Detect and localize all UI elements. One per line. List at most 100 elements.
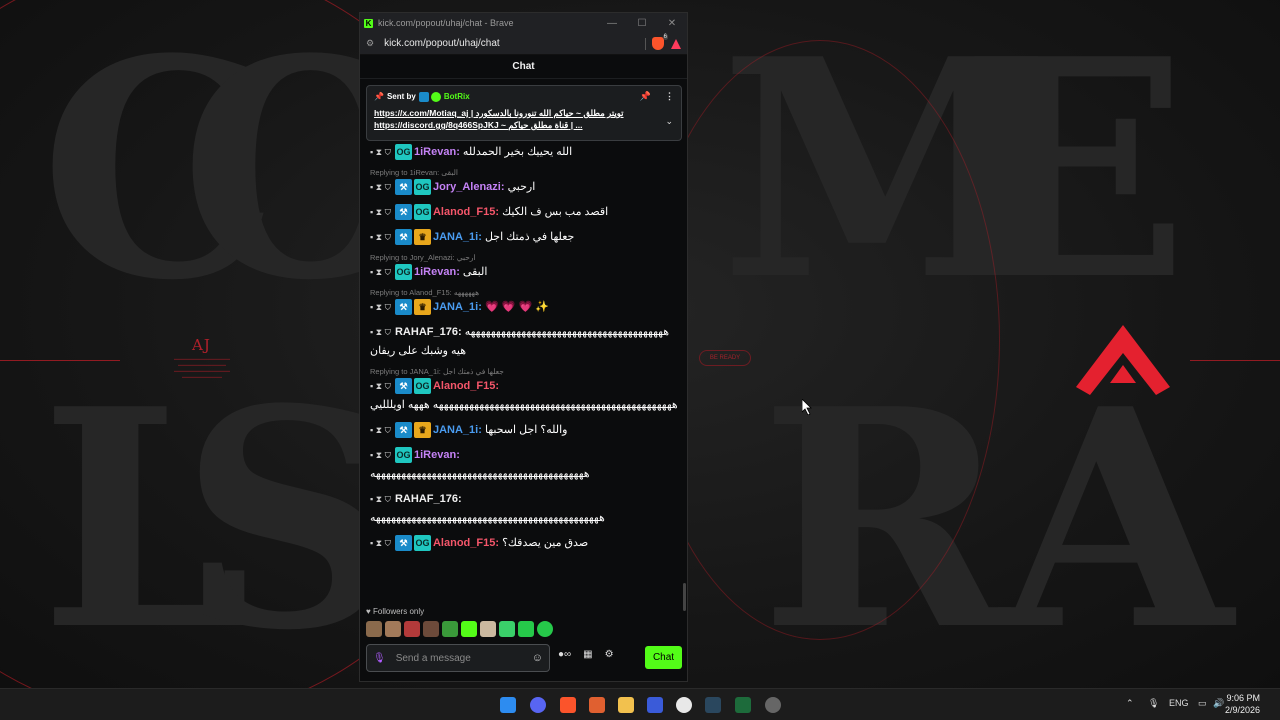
username[interactable]: 1iRevan (414, 266, 456, 278)
kicks-infinity-icon[interactable]: ●∞ (558, 649, 571, 660)
message-line: ▪ ⧗ ⛉ OG 1iRevan: البقى (370, 263, 679, 282)
message-tools-icon[interactable]: ▪ ⧗ ⛉ (370, 450, 391, 460)
language-indicator[interactable]: ENG (1169, 698, 1189, 708)
input-placeholder[interactable]: Send a message (396, 653, 532, 664)
emote[interactable] (461, 621, 477, 637)
mod-badge-icon: ⚒ (394, 422, 412, 439)
close-button[interactable]: ✕ (657, 18, 687, 29)
app-icon[interactable] (676, 697, 692, 713)
message-line: ▪ ⧗ ⛉ ⚒ ♛ JANA_1i: 💗 💗 💗 ✨ (370, 298, 679, 317)
network-icon[interactable]: ▭ (1198, 698, 1207, 709)
emote[interactable] (423, 621, 439, 637)
message-tools-icon[interactable]: ▪ ⧗ ⛉ (370, 147, 391, 157)
username[interactable]: RAHAF_176 (395, 493, 458, 505)
emote-row (366, 621, 553, 637)
windows-start-icon[interactable] (500, 697, 516, 713)
minimize-button[interactable]: — (597, 18, 627, 29)
store-icon[interactable]: ▦ (583, 649, 592, 660)
site-settings-icon[interactable]: ⚙ (366, 38, 374, 49)
emoji-picker-icon[interactable]: ☺ (532, 652, 543, 664)
sent-by-label: Sent by (386, 92, 416, 101)
bot-name[interactable]: BotRix (444, 92, 470, 101)
maximize-button[interactable]: ☐ (627, 18, 657, 29)
brave-browser-icon[interactable] (560, 697, 576, 713)
emote[interactable] (518, 621, 534, 637)
emote[interactable] (366, 621, 382, 637)
emote[interactable] (499, 621, 515, 637)
username-separator: : (478, 301, 485, 313)
volume-icon[interactable]: 🔊 (1213, 698, 1224, 709)
message-text: البقى (462, 266, 488, 278)
pinned-message[interactable]: 📌 Sent by BotRix 📌 ⋮ https://x.com/Motia… (366, 85, 682, 141)
app-icon[interactable] (765, 697, 781, 713)
message-tools-icon[interactable]: ▪ ⧗ ⛉ (370, 425, 391, 435)
message-tools-icon[interactable]: ▪ ⧗ ⛉ (370, 538, 391, 548)
og-badge-icon: OG (413, 378, 431, 395)
file-explorer-icon[interactable] (618, 697, 634, 713)
message-tools-icon[interactable]: ▪ ⧗ ⛉ (370, 267, 391, 277)
reply-context[interactable]: Replying to 1iRevan: البقى (370, 168, 679, 177)
username[interactable]: Alanod_F15 (433, 206, 495, 218)
emote[interactable] (385, 621, 401, 637)
settings-gear-icon[interactable]: ⚙ (605, 649, 614, 660)
username[interactable]: 1iRevan (414, 146, 456, 158)
message-input[interactable]: 🎙 Send a message ☺ (366, 644, 550, 672)
message-line: ▪ ⧗ ⛉ ⚒ OG Alanod_F15: اقصد مب بس ف الكيك (370, 203, 679, 222)
chat-message: ▪ ⧗ ⛉ ⚒ OG Alanod_F15: اقصد مب بس ف الكيك (370, 203, 679, 222)
reply-context[interactable]: Replying to Alanod_F15: ههههههه (370, 288, 679, 297)
discord-icon[interactable] (530, 697, 546, 713)
app-icon[interactable] (589, 697, 605, 713)
kick-favicon-icon: K (364, 18, 373, 28)
tray-chevron-up-icon[interactable]: ⌃ (1126, 698, 1134, 709)
brave-shields-icon[interactable] (652, 34, 668, 50)
message-tools-icon[interactable]: ▪ ⧗ ⛉ (370, 381, 391, 391)
chevron-down-icon[interactable]: ⌄ (665, 116, 673, 127)
steam-icon[interactable] (705, 697, 721, 713)
message-line: ▪ ⧗ ⛉ OG 1iRevan: هههههههههههههههههههههههه… (370, 446, 679, 484)
message-tools-icon[interactable]: ▪ ⧗ ⛉ (370, 302, 391, 312)
microphone-tray-icon[interactable]: 🎙 (1148, 698, 1159, 709)
message-tools-icon[interactable]: ▪ ⧗ ⛉ (370, 494, 391, 504)
username[interactable]: Alanod_F15 (433, 380, 495, 392)
message-tools-icon[interactable]: ▪ ⧗ ⛉ (370, 207, 391, 217)
app-icon[interactable] (647, 697, 663, 713)
reply-context[interactable]: Replying to JANA_1i: جعلها في ذمتك اجل (370, 367, 679, 376)
emote[interactable] (480, 621, 496, 637)
brave-rewards-icon[interactable] (671, 38, 681, 49)
emote[interactable] (404, 621, 420, 637)
date: 2/9/2026 (1224, 705, 1260, 715)
username-separator: : (495, 380, 500, 392)
window-title: kick.com/popout/uhaj/chat - Brave (378, 18, 514, 28)
be-ready-badge: BE READY (699, 350, 751, 366)
emote[interactable] (442, 621, 458, 637)
address-bar[interactable]: ⚙ kick.com/popout/uhaj/chat (360, 33, 687, 55)
message-text: جعلها في ذمتك اجل (484, 231, 575, 243)
send-chat-button[interactable]: Chat (645, 646, 682, 669)
more-options-icon[interactable]: ⋮ (665, 91, 674, 102)
pinned-text[interactable]: https://x.com/Motiaq_aj | تويتر مطلق ~ ح… (374, 107, 664, 131)
username-separator: : (500, 181, 508, 193)
username[interactable]: Alanod_F15 (433, 537, 495, 549)
app-icon[interactable] (735, 697, 751, 713)
username[interactable]: RAHAF_176 (395, 326, 458, 338)
username-separator: : (478, 424, 485, 436)
username[interactable]: Jory_Alenazi (433, 181, 501, 193)
username-separator: : (456, 449, 460, 461)
message-text: اقصد مب بس ف الكيك (502, 206, 609, 218)
chat-message: ▪ ⧗ ⛉ OG 1iRevan: هههههههههههههههههههههههه… (370, 446, 679, 484)
username[interactable]: JANA_1i (433, 231, 478, 243)
reply-context[interactable]: Replying to Jory_Alenazi: ارحبي (370, 253, 679, 262)
url-text[interactable]: kick.com/popout/uhaj/chat (384, 38, 645, 49)
message-tools-icon[interactable]: ▪ ⧗ ⛉ (370, 232, 391, 242)
message-tools-icon[interactable]: ▪ ⧗ ⛉ (370, 327, 391, 337)
unpin-icon[interactable]: 📌 (640, 91, 651, 102)
emote[interactable] (537, 621, 553, 637)
username[interactable]: JANA_1i (433, 424, 478, 436)
message-tools-icon[interactable]: ▪ ⧗ ⛉ (370, 182, 391, 192)
username[interactable]: JANA_1i (433, 301, 478, 313)
microphone-icon[interactable]: 🎙 (373, 653, 386, 664)
username[interactable]: 1iRevan (414, 449, 456, 461)
chat-scrollbar[interactable] (683, 583, 686, 611)
message-text: والله؟ اجل اسحبها (484, 424, 568, 436)
clock[interactable]: 9:06 PM 2/9/2026 (1225, 692, 1260, 716)
